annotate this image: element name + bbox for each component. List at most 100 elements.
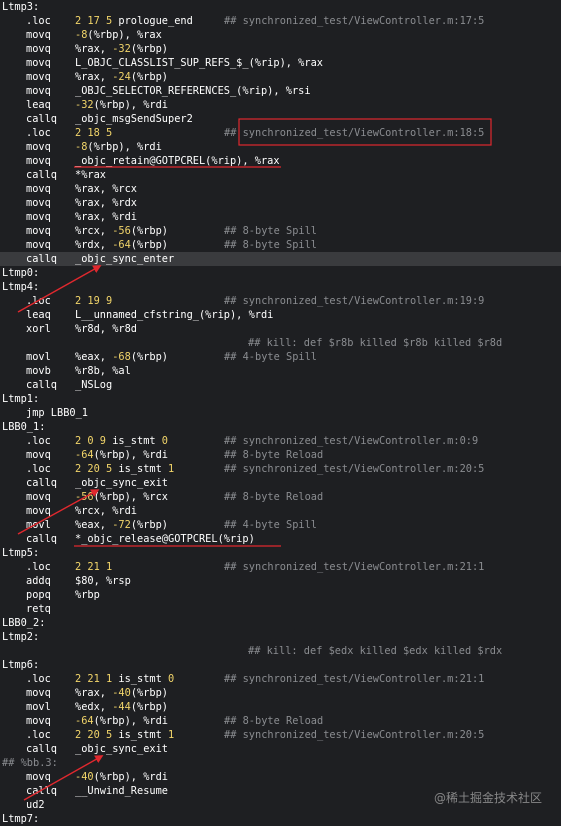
code-comment: ## synchronized_test/ViewController.m:19… (224, 295, 485, 307)
code-line: LBB0_1: (0, 420, 561, 434)
opcode: movq (26, 687, 51, 699)
code-line: movq -40(%rbp), %rdi (0, 770, 561, 784)
code-comment: ## 8-byte Spill (224, 225, 317, 237)
code-comment: ## synchronized_test/ViewController.m:17… (224, 15, 485, 27)
operand-text: (%rbp) (130, 225, 169, 237)
code-line: movq _objc_retain@GOTPCREL(%rip), %rax (0, 154, 561, 168)
opcode: movq (26, 197, 51, 209)
opcode: leaq (26, 99, 51, 111)
code-line: movb %r8b, %al (0, 364, 561, 378)
operands: -64(%rbp), %rdi (75, 714, 168, 728)
operand-text: (%rbp), %rdi (93, 99, 169, 111)
code-line: Ltmp6: (0, 658, 561, 672)
code-line: movq -64(%rbp), %rdi ## 8-byte Reload (0, 448, 561, 462)
operands: %r8d, %r8d (75, 322, 137, 336)
operands: -64(%rbp), %rdi (75, 448, 168, 462)
label-text: LBB0_2: (2, 617, 46, 629)
code-line: movq %rcx, %rdi (0, 504, 561, 518)
operand-text: __Unwind_Resume (75, 785, 168, 797)
label-text: Ltmp5: (2, 547, 40, 559)
operands: 2 19 9 (75, 294, 112, 308)
code-line: callq _NSLog (0, 378, 561, 392)
operands: %rax, -40(%rbp) (75, 686, 168, 700)
operand-text: *%rax (75, 169, 106, 181)
opcode: movq (26, 771, 51, 783)
label-text: Ltmp6: (2, 659, 40, 671)
opcode: movq (26, 29, 51, 41)
operands: _objc_sync_exit (75, 742, 168, 756)
operands: 2 20 5 is_stmt 1 (75, 462, 174, 476)
opcode: movq (26, 715, 51, 727)
code-line: callq _objc_sync_exit (0, 742, 561, 756)
operand-text: L__unnamed_cfstring_(%rip), %rdi (75, 309, 274, 321)
operand-text: %rcx, (75, 225, 113, 237)
operands: _objc_msgSendSuper2 (75, 112, 193, 126)
code-line: jmp LBB0_1 (0, 406, 561, 420)
opcode: movb (26, 365, 51, 377)
code-line: addq $80, %rsp (0, 574, 561, 588)
opcode: movq (26, 141, 51, 153)
operand-number: 0 (161, 435, 168, 447)
code-line: Ltmp4: (0, 280, 561, 294)
label-text: Ltmp7: (2, 813, 40, 825)
code-line: movq %rcx, -56(%rbp) ## 8-byte Spill (0, 224, 561, 238)
code-line: .loc 2 0 9 is_stmt 0 ## synchronized_test/… (0, 434, 561, 448)
opcode: callq (26, 253, 57, 265)
opcode: .loc (26, 295, 51, 307)
operands: -32(%rbp), %rdi (75, 98, 168, 112)
opcode: callq (26, 785, 57, 797)
code-line: movl %edx, -44(%rbp) (0, 700, 561, 714)
operands: %r8b, %al (75, 364, 131, 378)
jump-instruction: jmp LBB0_1 (26, 407, 88, 419)
code-line: movq -64(%rbp), %rdi ## 8-byte Reload (0, 714, 561, 728)
operands: 2 20 5 is_stmt 1 (75, 728, 174, 742)
operand-text: %rdx, (75, 239, 113, 251)
code-line: movq %rax, %rdi (0, 210, 561, 224)
operand-text: %rbp (75, 589, 100, 601)
code-comment: ## synchronized_test/ViewController.m:0:… (224, 435, 479, 447)
operand-number: -32 (112, 43, 131, 55)
operands: 2 21 1 (75, 560, 112, 574)
operand-number: 2 17 5 (75, 15, 113, 27)
operand-number: -72 (112, 519, 131, 531)
operand-text: (%rbp), %rdi (93, 771, 169, 783)
opcode: movq (26, 57, 51, 69)
code-line: movq _OBJC_SELECTOR_REFERENCES_(%rip), %r… (0, 84, 561, 98)
operand-text: %eax, (75, 351, 113, 363)
opcode: callq (26, 169, 57, 181)
code-line: callq *%rax (0, 168, 561, 182)
operands: 2 21 1 is_stmt 0 (75, 672, 174, 686)
code-line: Ltmp5: (0, 546, 561, 560)
label-text: Ltmp3: (2, 1, 40, 13)
operand-number: -8 (75, 29, 88, 41)
operand-text: %rax, (75, 43, 113, 55)
operands: _objc_sync_exit (75, 476, 168, 490)
kill-comment: ## kill: def $edx killed $edx killed $rd… (248, 645, 503, 657)
code-line: movq %rax, %rcx (0, 182, 561, 196)
code-line: .loc 2 21 1 is_stmt 0 ## synchronized_test… (0, 672, 561, 686)
opcode: addq (26, 575, 51, 587)
operands: %rax, %rcx (75, 182, 137, 196)
operands: L__unnamed_cfstring_(%rip), %rdi (75, 308, 273, 322)
operand-number: -44 (112, 701, 131, 713)
operand-number: -64 (75, 449, 94, 461)
code-comment: ## 8-byte Spill (224, 239, 317, 251)
operand-text: _NSLog (75, 379, 113, 391)
code-line: callq _objc_msgSendSuper2 (0, 112, 561, 126)
operand-text: (%rbp) (130, 701, 169, 713)
opcode: movq (26, 225, 51, 237)
code-comment: ## synchronized_test/ViewController.m:20… (224, 463, 485, 475)
opcode: retq (26, 603, 51, 615)
opcode: movl (26, 519, 51, 531)
operand-number: 1 (168, 463, 175, 475)
code-line: leaq -32(%rbp), %rdi (0, 98, 561, 112)
code-line: movq L_OBJC_CLASSLIST_SUP_REFS_$_(%rip), … (0, 56, 561, 70)
operands: *_objc_release@GOTPCREL(%rip) (75, 532, 255, 546)
operand-number: -64 (75, 715, 94, 727)
opcode: callq (26, 477, 57, 489)
code-line: movq %rdx, -64(%rbp) ## 8-byte Spill (0, 238, 561, 252)
code-line: movq %rax, -24(%rbp) (0, 70, 561, 84)
operand-text: %rax, %rdi (75, 211, 137, 223)
code-comment: ## 8-byte Reload (224, 715, 324, 727)
operand-text: _objc_sync_exit (75, 743, 168, 755)
